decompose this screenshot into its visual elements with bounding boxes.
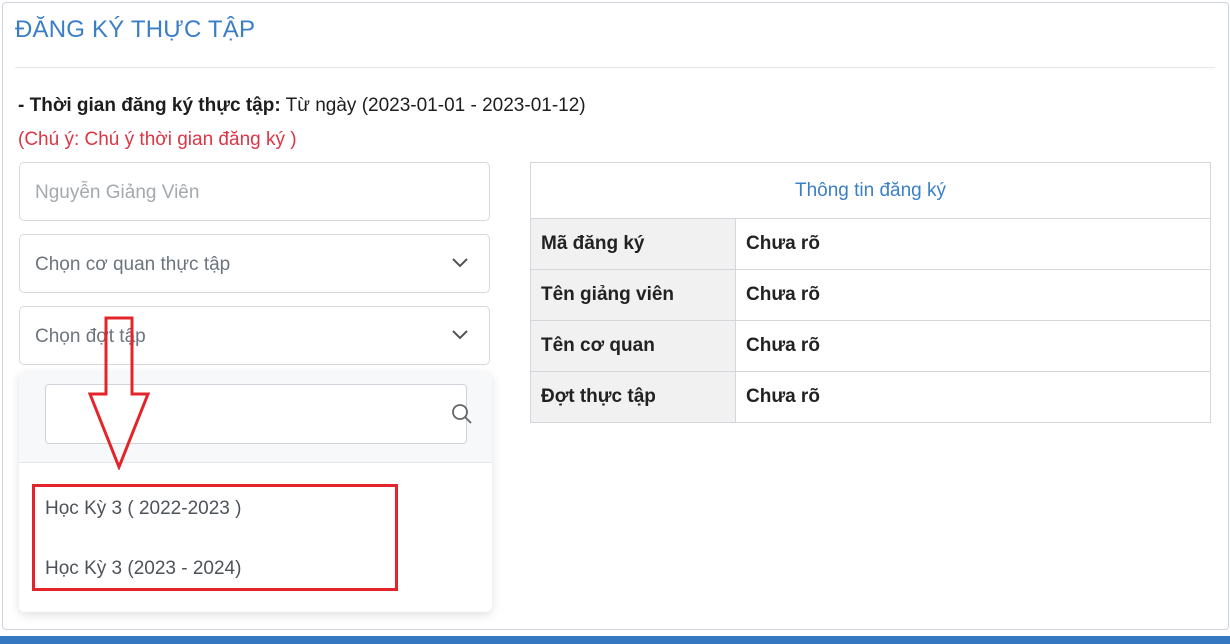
info-key: Mã đăng ký [530,218,736,270]
footer-bar [0,636,1230,644]
registration-info-table: Thông tin đăng ký Mã đăng ký Chưa rõ Tên… [530,162,1211,423]
table-row: Tên cơ quan Chưa rõ [530,320,1211,372]
info-key: Đợt thực tập [530,371,736,423]
agency-select[interactable]: Chọn cơ quan thực tập [19,234,490,293]
agency-select-label: Chọn cơ quan thực tập [35,254,231,275]
page-title: ĐĂNG KÝ THỰC TẬP [15,16,256,43]
table-row: Mã đăng ký Chưa rõ [530,218,1211,270]
info-value: Chưa rõ [735,218,1211,270]
registration-period: - Thời gian đăng ký thực tập: Từ ngày (2… [18,95,586,117]
search-icon [452,404,472,424]
info-value: Chưa rõ [735,320,1211,372]
arrow-down-icon [88,316,150,470]
registration-period-value: Từ ngày (2023-01-01 - 2023-01-12) [285,95,586,116]
info-value: Chưa rõ [735,269,1211,321]
lecturer-name-field[interactable]: Nguyễn Giảng Viên [19,162,490,221]
chevron-down-icon [452,330,468,340]
registration-note: (Chú ý: Chú ý thời gian đăng ký ) [18,129,297,150]
chevron-down-icon [452,258,468,268]
registration-period-label: - Thời gian đăng ký thực tập: [18,95,281,116]
table-row: Tên giảng viên Chưa rõ [530,269,1211,321]
info-key: Tên giảng viên [530,269,736,321]
info-value: Chưa rõ [735,371,1211,423]
title-divider [15,67,1215,68]
lecturer-name-value: Nguyễn Giảng Viên [35,182,200,203]
info-key: Tên cơ quan [530,320,736,372]
info-table-header: Thông tin đăng ký [530,162,1211,219]
table-row: Đợt thực tập Chưa rõ [530,371,1211,423]
annotation-highlight-box [32,484,398,591]
